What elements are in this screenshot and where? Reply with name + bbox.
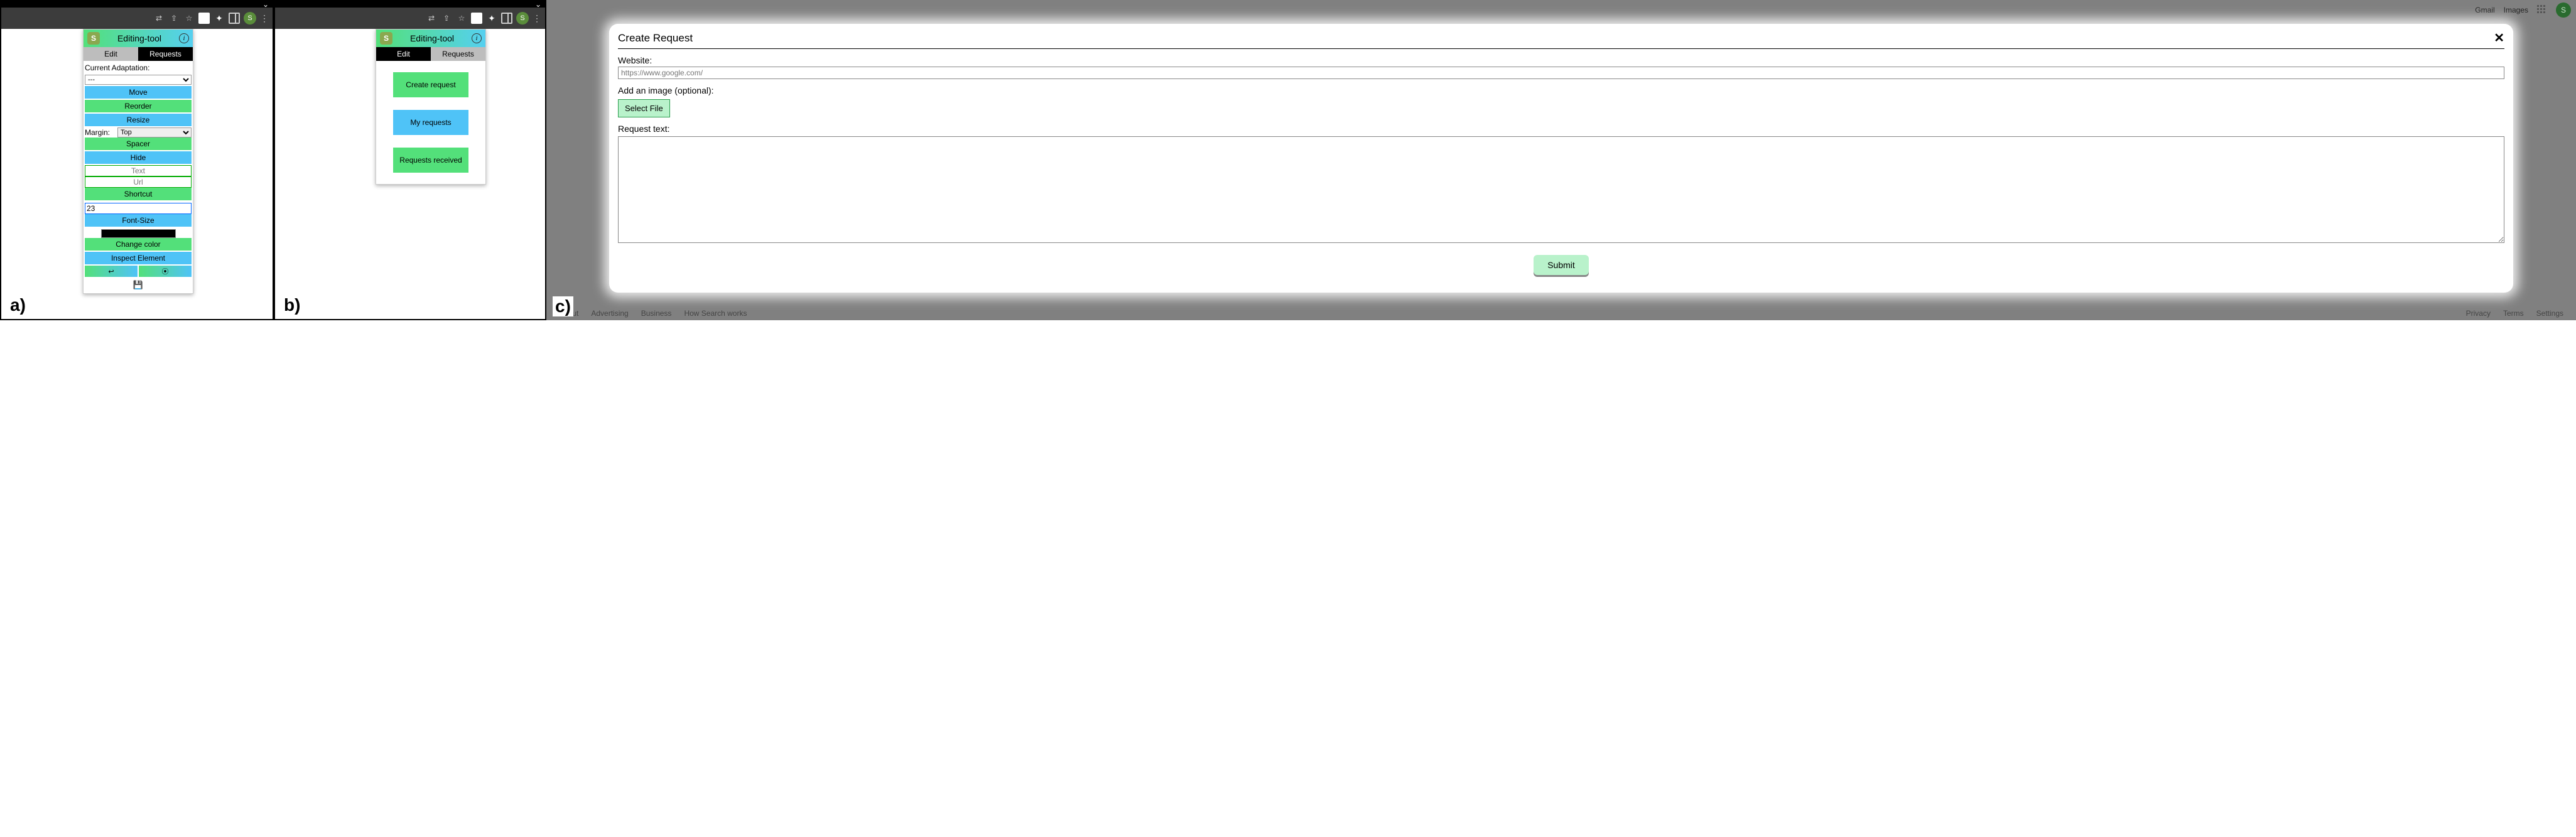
extension-logo: S [87, 32, 100, 45]
figure-label-c: c) [553, 296, 573, 316]
move-button[interactable]: Move [85, 86, 192, 99]
create-request-button[interactable]: Create request [393, 72, 468, 97]
extension-tabs: Edit Requests [376, 47, 485, 61]
spacer-button[interactable]: Spacer [85, 138, 192, 150]
chevron-down-icon: ⌄ [535, 0, 541, 9]
request-text-label: Request text: [618, 124, 2504, 134]
sidepanel-icon[interactable] [229, 13, 240, 24]
profile-avatar[interactable]: S [516, 12, 529, 24]
requests-received-button[interactable]: Requests received [393, 148, 468, 173]
figure-label-a: a) [8, 295, 28, 315]
footer-terms[interactable]: Terms [2503, 309, 2524, 318]
google-topbar: Gmail Images S [2475, 3, 2571, 18]
puzzle-icon[interactable]: ✦ [486, 13, 497, 24]
extension-box-icon[interactable] [471, 13, 482, 24]
chrome-top-strip: ⌄ [275, 1, 545, 8]
reorder-button[interactable]: Reorder [85, 100, 192, 112]
tab-requests[interactable]: Requests [431, 47, 485, 61]
margin-select[interactable]: Top [117, 127, 192, 138]
shortcut-button[interactable]: Shortcut [85, 188, 192, 200]
change-color-button[interactable]: Change color [85, 238, 192, 251]
figure-b: ⌄ ⇄ ⇪ ☆ ✦ S ⋮ S Editing-tool i Edit Requ… [274, 0, 546, 320]
extension-title: Editing-tool [106, 33, 173, 43]
submit-button[interactable]: Submit [1534, 255, 1589, 275]
images-link[interactable]: Images [2504, 6, 2528, 14]
kebab-menu-icon[interactable]: ⋮ [533, 13, 541, 24]
extension-box-icon[interactable] [198, 13, 210, 24]
footer-business[interactable]: Business [641, 309, 672, 318]
close-icon[interactable]: ✕ [2494, 30, 2504, 46]
chrome-top-strip: ⌄ [1, 1, 273, 8]
kebab-menu-icon[interactable]: ⋮ [260, 13, 269, 24]
extension-tabs: Edit Requests [84, 47, 193, 61]
fontsize-input[interactable] [85, 203, 192, 214]
figure-label-b: b) [281, 295, 303, 315]
browser-toolbar: ⇄ ⇪ ☆ ✦ S ⋮ [275, 8, 545, 29]
page-viewport: S Editing-tool i Edit Requests Create re… [275, 29, 545, 319]
website-label: Website: [618, 55, 2504, 65]
star-icon[interactable]: ☆ [183, 13, 195, 24]
page-viewport: S Editing-tool i Edit Requests Current A… [1, 29, 273, 319]
footer-advertising[interactable]: Advertising [591, 309, 628, 318]
info-icon[interactable]: i [179, 33, 189, 43]
profile-avatar[interactable]: S [244, 12, 256, 24]
footer-settings[interactable]: Settings [2536, 309, 2563, 318]
create-request-modal: Create Request ✕ Website: Add an image (… [609, 24, 2513, 293]
fontsize-button[interactable]: Font-Size [85, 214, 192, 227]
inspect-element-button[interactable]: Inspect Element [85, 252, 192, 264]
extension-header: S Editing-tool i [376, 30, 485, 47]
text-input[interactable] [85, 165, 192, 176]
gmail-link[interactable]: Gmail [2475, 6, 2494, 14]
add-image-label: Add an image (optional): [618, 85, 2504, 95]
google-avatar[interactable]: S [2556, 3, 2571, 18]
target-button[interactable]: ⦿ [139, 266, 192, 277]
footer-how-search-works[interactable]: How Search works [684, 309, 747, 318]
extension-title: Editing-tool [399, 33, 465, 43]
figure-c: Gmail Images S Create Request ✕ Website:… [546, 0, 2576, 320]
extension-body: Current Adaptation: --- Move Reorder Res… [84, 61, 193, 293]
target-icon: ⦿ [162, 266, 169, 276]
extension-header: S Editing-tool i [84, 30, 193, 47]
chevron-down-icon: ⌄ [262, 0, 269, 9]
tab-edit[interactable]: Edit [84, 47, 138, 61]
tab-edit[interactable]: Edit [376, 47, 431, 61]
extension-panel: S Editing-tool i Edit Requests Create re… [376, 29, 486, 185]
request-text-input[interactable] [618, 136, 2504, 243]
sidepanel-icon[interactable] [501, 13, 512, 24]
share-icon[interactable]: ⇪ [168, 13, 180, 24]
browser-toolbar: ⇄ ⇪ ☆ ✦ S ⋮ [1, 8, 273, 29]
figure-a: ⌄ ⇄ ⇪ ☆ ✦ S ⋮ S Editing-tool i Edit Requ… [0, 0, 274, 320]
star-icon[interactable]: ☆ [456, 13, 467, 24]
extension-logo: S [380, 32, 392, 45]
share-icon[interactable]: ⇪ [441, 13, 452, 24]
hide-button[interactable]: Hide [85, 151, 192, 164]
my-requests-button[interactable]: My requests [393, 110, 468, 135]
website-input[interactable] [618, 67, 2504, 79]
select-file-button[interactable]: Select File [618, 99, 670, 117]
translate-icon[interactable]: ⇄ [153, 13, 165, 24]
url-input[interactable] [85, 176, 192, 188]
current-adaptation-select[interactable]: --- [85, 75, 192, 85]
info-icon[interactable]: i [472, 33, 482, 43]
google-footer: About Advertising Business How Search wo… [546, 309, 2576, 318]
current-adaptation-label: Current Adaptation: [85, 63, 149, 73]
margin-label: Margin: [85, 128, 115, 137]
color-swatch[interactable] [101, 229, 176, 238]
requests-body: Create request My requests Requests rece… [376, 61, 485, 184]
undo-icon: ↩ [108, 267, 114, 276]
translate-icon[interactable]: ⇄ [426, 13, 437, 24]
apps-grid-icon[interactable] [2537, 5, 2547, 15]
undo-button[interactable]: ↩ [85, 266, 138, 277]
extension-panel: S Editing-tool i Edit Requests Current A… [83, 29, 193, 294]
tab-requests[interactable]: Requests [138, 47, 193, 61]
save-icon[interactable]: 💾 [133, 280, 143, 289]
footer-privacy[interactable]: Privacy [2466, 309, 2491, 318]
resize-button[interactable]: Resize [85, 114, 192, 126]
modal-title: Create Request [618, 32, 693, 45]
puzzle-icon[interactable]: ✦ [214, 13, 225, 24]
